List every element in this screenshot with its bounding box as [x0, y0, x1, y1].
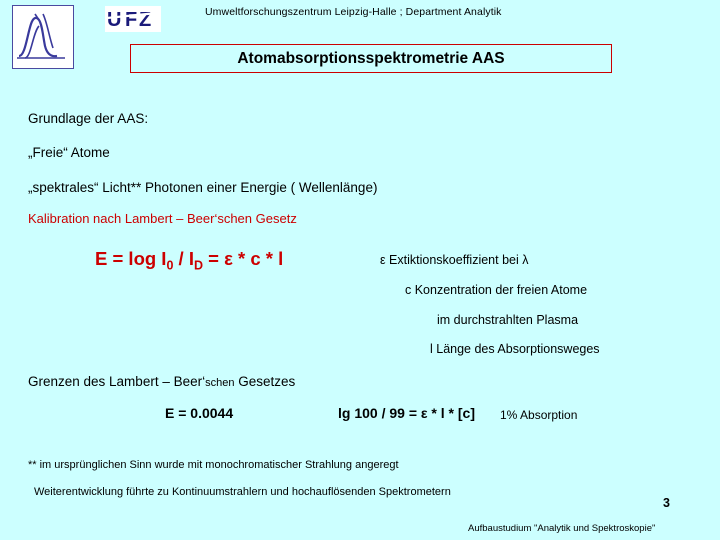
formula-explanation-c: c Konzentration der freien Atome [405, 283, 588, 297]
grenzen-main: Grenzen des Lambert – Beer‘ [28, 374, 206, 389]
footer-credit: Aufbaustudium "Analytik und Spektroskopi… [468, 523, 656, 534]
text-grenzen: Grenzen des Lambert – Beer‘schen Gesetze… [28, 374, 295, 389]
svg-text:F: F [125, 9, 137, 31]
text-spektrales-licht: „spektrales“ Licht** Photonen einer Ener… [28, 180, 378, 195]
header-institution: Umweltforschungszentrum Leipzig-Halle ; … [205, 6, 502, 18]
slide-title-box: Atomabsorptionsspektrometrie AAS [130, 44, 612, 73]
formula-suffix: = ε * c * l [203, 248, 284, 269]
slide-title: Atomabsorptionsspektrometrie AAS [237, 49, 505, 67]
ufz-logo-box [12, 5, 74, 69]
example-lg-equation: lg 100 / 99 = ε * l * [c] [338, 405, 475, 421]
grenzen-end: Gesetzes [234, 374, 296, 389]
grenzen-small: schen [205, 377, 235, 389]
text-freie-atome: „Freie“ Atome [28, 145, 110, 160]
formula-sub-d: D [193, 258, 203, 273]
text-grundlage: Grundlage der AAS: [28, 111, 149, 126]
text-kalibration: Kalibration nach Lambert – Beer‘schen Ge… [28, 211, 297, 226]
example-e-value: E = 0.0044 [165, 405, 234, 421]
lambert-beer-formula: E = log I0 / ID = ε * c * l [95, 248, 283, 273]
formula-explanation-plasma: im durchstrahlten Plasma [437, 313, 579, 327]
slide: U F Z Umweltforschungszentrum Leipzig-Ha… [0, 0, 720, 540]
svg-text:U: U [107, 9, 121, 31]
svg-text:Z: Z [139, 9, 151, 31]
formula-mid: / I [173, 248, 194, 269]
example-absorption-note: 1% Absorption [500, 408, 578, 422]
page-number: 3 [663, 496, 670, 510]
formula-explanation-epsilon: ε Extiktionskoeffizient bei λ [380, 253, 529, 267]
ufz-logo-icon [13, 6, 73, 68]
formula-prefix: E = log I [95, 248, 167, 269]
ufz-wordmark: U F Z [105, 4, 167, 34]
footnote-2: Weiterentwicklung führte zu Kontinuumstr… [34, 486, 451, 498]
footnote-1: ** im ursprünglichen Sinn wurde mit mono… [28, 459, 399, 471]
ufz-wordmark-icon: U F Z [105, 6, 161, 32]
formula-explanation-l: l Länge des Absorptionsweges [430, 342, 600, 356]
